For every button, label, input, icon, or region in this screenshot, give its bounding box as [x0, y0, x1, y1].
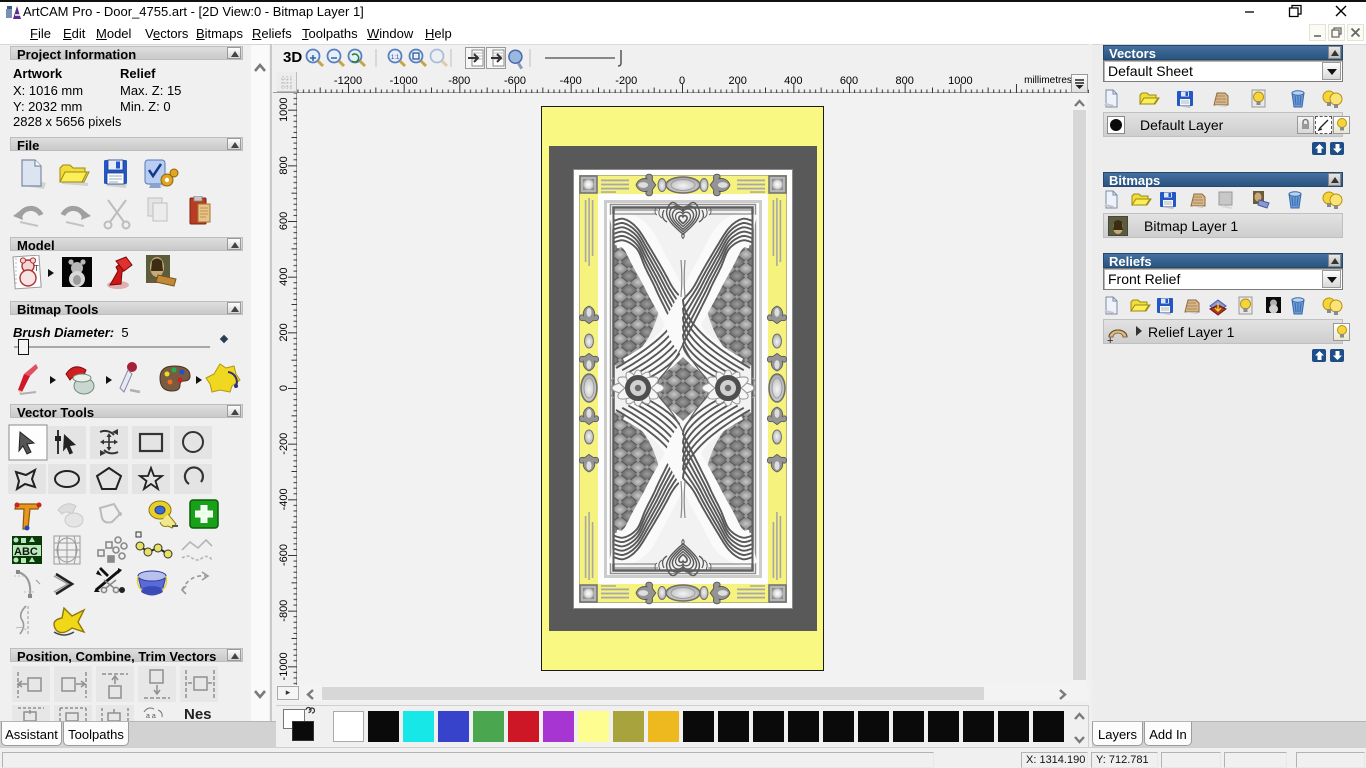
svg-text:600: 600: [840, 75, 858, 87]
svg-text:Nes: Nes: [184, 706, 212, 721]
svg-text:-400: -400: [560, 75, 582, 87]
svg-text:400: 400: [784, 75, 802, 87]
svg-text:600: 600: [278, 212, 290, 230]
svg-text:-200: -200: [615, 75, 637, 87]
svg-text:T: T: [34, 264, 39, 273]
svg-text:0: 0: [679, 75, 685, 87]
svg-text:-600: -600: [504, 75, 526, 87]
svg-text:400: 400: [278, 268, 290, 286]
svg-text:-400: -400: [278, 488, 290, 510]
svg-text:800: 800: [278, 156, 290, 174]
svg-text:0: 0: [278, 385, 290, 391]
svg-text:-1000: -1000: [278, 652, 290, 680]
svg-text:1000: 1000: [278, 97, 290, 121]
svg-text:millimetres: millimetres: [1024, 75, 1072, 86]
svg-text:1:1: 1:1: [391, 55, 400, 61]
svg-text:-800: -800: [278, 600, 290, 622]
svg-text:ABC: ABC: [14, 546, 38, 558]
svg-text:+: +: [1107, 335, 1113, 345]
svg-text:200: 200: [278, 323, 290, 341]
svg-text:a a: a a: [146, 713, 156, 720]
svg-text:-600: -600: [278, 544, 290, 566]
svg-text:1000: 1000: [948, 75, 972, 87]
svg-text:-1200: -1200: [334, 75, 362, 87]
svg-text:-200: -200: [278, 433, 290, 455]
svg-text:-1000: -1000: [390, 75, 418, 87]
svg-text:800: 800: [896, 75, 914, 87]
svg-text:-800: -800: [448, 75, 470, 87]
svg-text:200: 200: [729, 75, 747, 87]
